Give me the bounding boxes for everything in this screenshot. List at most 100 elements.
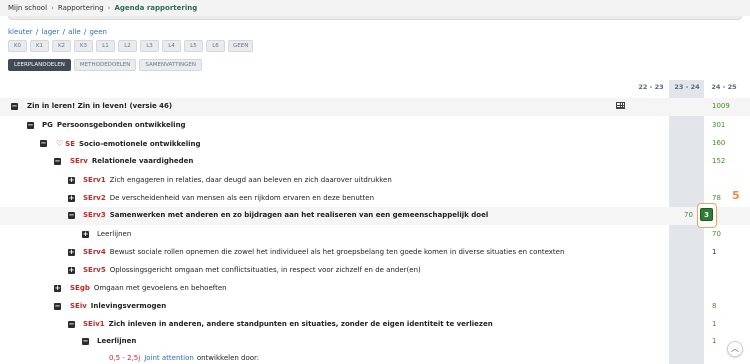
collapse-icon[interactable]: −	[68, 212, 75, 219]
tree-row: + SErv2 De verscheidenheid van mensen als…	[0, 190, 750, 208]
row-code: SE	[65, 140, 75, 148]
row-label: Leerlijnen	[97, 230, 132, 238]
column-header-22-23[interactable]: 22 - 23	[633, 83, 669, 91]
collapse-icon[interactable]: −	[68, 321, 75, 328]
row-label: SErv2 De verscheidenheid van mensen als e…	[83, 194, 375, 202]
filter-link-kleuter[interactable]: kleuter	[8, 28, 33, 36]
level-button-l4[interactable]: L4	[162, 40, 181, 52]
row-code: SEgb	[70, 284, 90, 292]
chevron-right-icon: ›	[107, 4, 111, 12]
header-panel	[8, 16, 742, 20]
row-code: SErv5	[83, 266, 106, 274]
row-code: SEiv	[70, 302, 87, 310]
row-label: 0,5 - 2,5j Joint attention ontwikkelen doo…	[109, 354, 260, 362]
row-label: Zin in leren! Zin in leven! (versie 46)	[27, 102, 173, 110]
heart-icon: ♡	[56, 139, 64, 148]
level-button-k2[interactable]: K2	[52, 40, 71, 52]
tree-row: − Zin in leren! Zin in leven! (versie 46…	[0, 98, 750, 116]
level-button-l5[interactable]: L5	[184, 40, 203, 52]
row-label: SErv3 Samenwerken met anderen en zo bijdr…	[83, 211, 489, 219]
age-range: 0,5 - 2,5j	[109, 354, 141, 362]
expand-icon[interactable]: +	[82, 231, 89, 238]
row-label: SErv Relationele vaardigheden	[70, 157, 194, 165]
expand-icon[interactable]: +	[68, 195, 75, 202]
chevron-right-icon: ›	[51, 4, 54, 12]
row-code: SErv1	[83, 176, 106, 184]
expand-icon[interactable]: +	[54, 285, 61, 292]
chevron-up-icon: ︿	[731, 344, 739, 353]
tree-row: − SErv3 Samenwerken met anderen en zo bij…	[0, 207, 750, 225]
filter-link-geen[interactable]: geen	[89, 28, 107, 36]
tree-row: − SEiv1 Zich inleven in anderen, andere s…	[0, 316, 750, 334]
scroll-to-top-button[interactable]: ︿	[727, 341, 743, 357]
row-code: SErv	[70, 157, 88, 165]
expand-icon[interactable]: +	[68, 249, 75, 256]
collapse-icon[interactable]: −	[54, 303, 61, 310]
breadcrumb: Mijn school › Rapportering › Agenda rapporte…	[8, 4, 197, 12]
collapse-icon[interactable]: −	[40, 140, 47, 147]
collapse-icon[interactable]: −	[27, 122, 34, 129]
tree-row: + SEgb Omgaan met gevoelens en behoeften	[0, 280, 750, 298]
row-value: 160	[712, 139, 726, 147]
tree-row: − Leerlijnen 1	[0, 333, 750, 351]
expand-icon[interactable]: +	[68, 177, 75, 184]
column-header-24-25[interactable]: 24 - 25	[706, 83, 742, 91]
count-badge[interactable]: 3	[700, 208, 713, 221]
row-code: SErv4	[83, 248, 106, 256]
row-link[interactable]: Joint attention	[144, 354, 194, 362]
row-label: SEiv Inlevingsvermogen	[70, 302, 167, 310]
tree-row: − SEiv Inlevingsvermogen 8	[0, 298, 750, 316]
row-label: SErv4 Bewust sociale rollen opnemen die z…	[83, 248, 565, 256]
collapse-icon[interactable]: −	[11, 103, 18, 110]
tab-leerplandoelen[interactable]: LEERPLANDOELEN	[8, 59, 71, 71]
filter-links: kleuter / lager / alle / geen	[8, 28, 107, 36]
breadcrumb-item-rapportering[interactable]: Rapportering	[58, 4, 104, 12]
tree-row: 0,5 - 2,5j Joint attention ontwikkelen doo…	[0, 350, 750, 364]
level-filter-buttons: K0 K1 K2 K3 L1 L2 L3 L4 L5 L6 GEEN	[8, 40, 254, 52]
tree-row: + SErv5 Oplossingsgericht omgaan met conf…	[0, 262, 750, 280]
level-button-l6[interactable]: L6	[206, 40, 225, 52]
row-label: SErv1 Zich engageren in relaties, daar de…	[83, 176, 392, 184]
level-button-geen[interactable]: GEEN	[228, 40, 254, 52]
row-code: SErv2	[83, 194, 106, 202]
row-value: 152	[712, 157, 726, 165]
expand-icon[interactable]: +	[68, 267, 75, 274]
breadcrumb-item-school[interactable]: Mijn school	[8, 4, 47, 12]
row-value: 1	[712, 320, 717, 328]
level-button-l3[interactable]: L3	[140, 40, 159, 52]
collapse-icon[interactable]: −	[82, 338, 89, 345]
collapse-icon[interactable]: −	[54, 158, 61, 165]
level-button-k0[interactable]: K0	[8, 40, 27, 52]
row-label: Leerlijnen	[97, 337, 137, 345]
table-icon[interactable]	[616, 102, 625, 109]
row-value: 1	[712, 248, 717, 256]
row-value: 8	[712, 302, 717, 310]
tab-methodedoelen[interactable]: METHODEDOELEN	[73, 59, 137, 71]
level-button-k1[interactable]: K1	[30, 40, 49, 52]
row-code: PG	[42, 121, 53, 129]
row-value: 70	[712, 230, 721, 238]
row-value: 301	[712, 121, 726, 129]
level-button-k3[interactable]: K3	[74, 40, 93, 52]
row-label: SEgb Omgaan met gevoelens en behoeften	[70, 284, 227, 292]
tree-row: − ♡ SE Socio-emotionele ontwikkeling 160	[0, 135, 750, 153]
row-label: SEiv1 Zich inleven in anderen, andere sta…	[83, 320, 493, 328]
level-button-l1[interactable]: L1	[96, 40, 115, 52]
filter-link-lager[interactable]: lager	[41, 28, 59, 36]
row-label: SErv5 Oplossingsgericht omgaan met confli…	[83, 266, 421, 274]
level-button-l2[interactable]: L2	[118, 40, 137, 52]
column-header-23-24[interactable]: 23 - 24	[669, 83, 705, 91]
tree-row: + SErv1 Zich engageren in relaties, daar …	[0, 172, 750, 190]
row-label: PG Persoonsgebonden ontwikkeling	[42, 121, 186, 129]
tree-row: − SErv Relationele vaardigheden 152	[0, 153, 750, 171]
tree-row: − PG Persoonsgebonden ontwikkeling 301	[0, 117, 750, 135]
tab-samenvattingen[interactable]: SAMENVATTINGEN	[139, 59, 203, 71]
row-code: SErv3	[83, 211, 106, 219]
breadcrumb-current: Agenda rapportering	[114, 4, 198, 12]
annotation-number: 5	[732, 189, 740, 202]
tree-row: + SErv4 Bewust sociale rollen opnemen die…	[0, 244, 750, 262]
tree-row: + Leerlijnen 70	[0, 226, 750, 244]
row-value: 1009	[712, 102, 730, 110]
row-label: ♡ SE Socio-emotionele ontwikkeling	[56, 139, 201, 148]
filter-link-alle[interactable]: alle	[68, 28, 81, 36]
